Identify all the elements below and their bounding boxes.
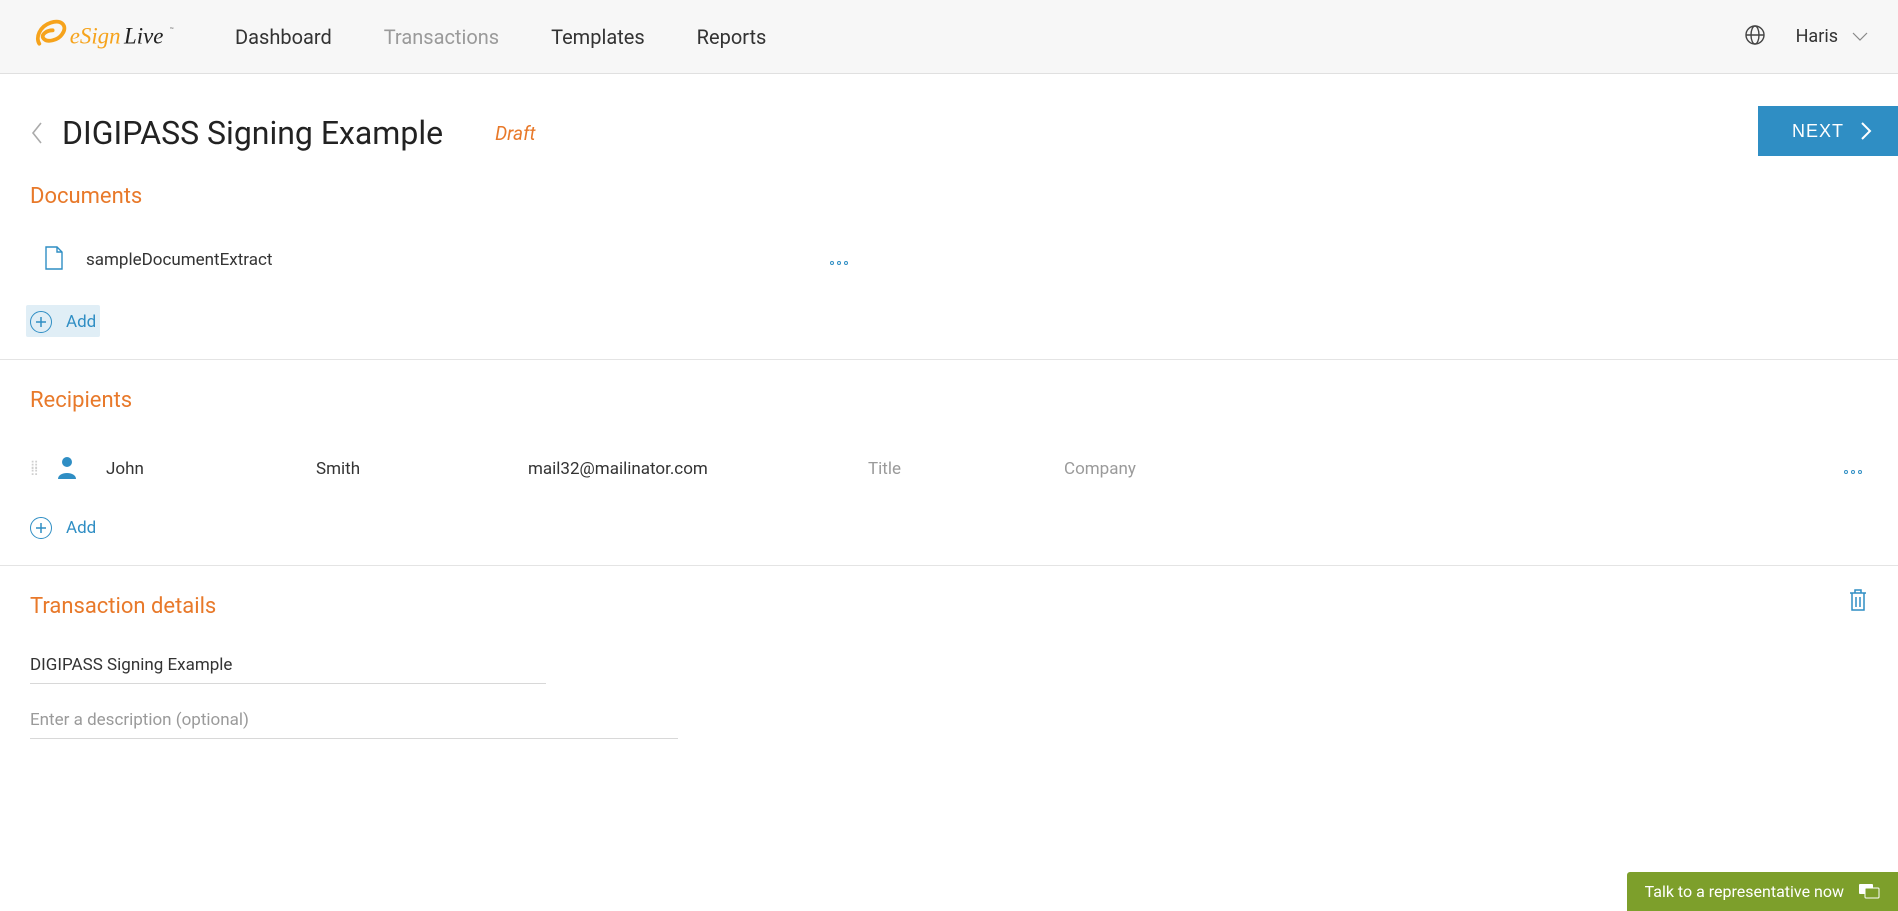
status-badge: Draft (495, 122, 535, 145)
more-icon (830, 261, 848, 265)
delete-transaction-button[interactable] (1848, 588, 1868, 616)
recipient-last-name[interactable]: Smith (316, 459, 528, 479)
logo-icon: eSign Live ™ (30, 17, 180, 57)
recipient-email[interactable]: mail32@mailinator.com (528, 459, 868, 479)
user-name: Haris (1796, 26, 1838, 47)
document-row[interactable]: sampleDocumentExtract (30, 237, 1868, 283)
logo[interactable]: eSign Live ™ (30, 17, 180, 57)
topbar-right: Haris (1744, 24, 1868, 50)
transaction-details-heading: Transaction details (30, 594, 1868, 619)
recipient-company-placeholder[interactable]: Company (1064, 459, 1136, 479)
documents-heading: Documents (30, 184, 1868, 209)
page-title: DIGIPASS Signing Example (62, 114, 443, 152)
chat-icon (1858, 883, 1880, 901)
transaction-description-input[interactable] (30, 702, 678, 739)
top-bar: eSign Live ™ Dashboard Transactions Temp… (0, 0, 1898, 74)
recipients-heading: Recipients (30, 388, 1868, 413)
svg-text:eSign: eSign (70, 23, 121, 48)
document-icon (44, 245, 64, 275)
user-menu[interactable]: Haris (1796, 26, 1868, 47)
nav-templates[interactable]: Templates (551, 25, 645, 49)
person-icon (56, 455, 78, 483)
recipients-section: Recipients ⠿⠿ John Smith mail32@mailinat… (0, 360, 1898, 565)
document-actions[interactable] (830, 251, 1868, 269)
add-document-button[interactable]: Add (30, 301, 96, 359)
svg-text:™: ™ (170, 26, 174, 34)
nav-dashboard[interactable]: Dashboard (235, 25, 332, 49)
chevron-left-icon (30, 121, 44, 145)
transaction-name-input[interactable] (30, 647, 546, 684)
plus-icon (30, 311, 52, 333)
chevron-down-icon (1852, 32, 1868, 42)
title-row: DIGIPASS Signing Example Draft NEXT (0, 74, 1898, 184)
document-name: sampleDocumentExtract (86, 250, 272, 270)
main-nav: Dashboard Transactions Templates Reports (235, 25, 766, 49)
documents-section: Documents sampleDocumentExtract Add (0, 184, 1898, 359)
add-recipient-button[interactable]: Add (30, 507, 1868, 565)
svg-text:Live: Live (123, 23, 163, 48)
add-recipient-label: Add (66, 518, 96, 538)
recipient-first-name[interactable]: John (106, 459, 316, 479)
next-button[interactable]: NEXT (1758, 106, 1898, 156)
drag-handle-icon[interactable]: ⠿⠿ (30, 463, 42, 475)
recipient-actions[interactable] (1844, 460, 1868, 478)
globe-icon[interactable] (1744, 24, 1766, 50)
recipient-row[interactable]: ⠿⠿ John Smith mail32@mailinator.com Titl… (30, 441, 1868, 497)
nav-transactions[interactable]: Transactions (384, 25, 499, 49)
chat-label: Talk to a representative now (1645, 882, 1844, 901)
back-button[interactable] (30, 121, 44, 145)
next-button-label: NEXT (1792, 121, 1844, 142)
recipient-title-placeholder[interactable]: Title (868, 459, 1064, 479)
chat-widget[interactable]: Talk to a representative now (1627, 872, 1898, 911)
nav-reports[interactable]: Reports (697, 25, 767, 49)
plus-icon (30, 517, 52, 539)
transaction-details-section: Transaction details (0, 566, 1898, 739)
chevron-right-icon (1860, 121, 1872, 141)
more-icon (1844, 470, 1862, 474)
add-document-label: Add (66, 312, 96, 332)
